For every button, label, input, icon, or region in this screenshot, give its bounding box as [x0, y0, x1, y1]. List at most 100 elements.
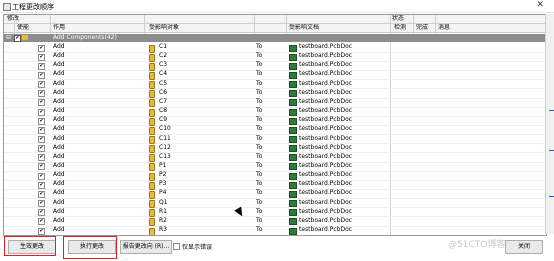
enable-checkbox[interactable]: ✔ — [38, 53, 45, 61]
action-cell: Add — [53, 61, 65, 69]
highlight-execute — [63, 236, 117, 259]
enable-checkbox[interactable]: ✔ — [38, 209, 45, 217]
group-checkbox[interactable]: ✔ — [14, 35, 21, 42]
pcb-doc-icon — [289, 90, 297, 98]
object-cell: C13 — [159, 152, 171, 160]
expand-icon[interactable]: ⊟ — [6, 34, 11, 42]
doc-cell: testboard.PcbDoc — [299, 198, 353, 206]
action-cell: Add — [53, 152, 65, 160]
action-cell: Add — [53, 143, 65, 151]
close-icon[interactable]: ✕ — [536, 0, 544, 10]
doc-cell: testboard.PcbDoc — [299, 180, 353, 188]
object-cell: C1 — [159, 43, 168, 50]
doc-cell: testboard.PcbDoc — [299, 61, 353, 69]
enable-checkbox[interactable]: ✔ — [38, 200, 45, 208]
object-cell: C4 — [159, 70, 168, 78]
col-enable[interactable]: 使能 — [17, 24, 29, 32]
enable-checkbox[interactable]: ✔ — [38, 108, 45, 116]
to-cell: To — [256, 216, 263, 224]
object-cell: P4 — [159, 189, 167, 197]
to-cell: To — [256, 43, 263, 50]
only-errors-checkbox[interactable] — [173, 243, 180, 250]
pcb-doc-icon — [289, 62, 297, 70]
object-cell: C2 — [159, 52, 168, 60]
pcb-doc-icon — [289, 81, 297, 89]
col-message[interactable]: 消息 — [438, 24, 450, 32]
object-cell: P1 — [159, 161, 167, 169]
action-cell: Add — [53, 180, 65, 188]
action-cell: Add — [53, 171, 65, 179]
enable-checkbox[interactable]: ✔ — [38, 126, 45, 134]
action-cell: Add — [53, 116, 65, 124]
status-header: 状态 — [392, 15, 405, 22]
object-cell: C5 — [159, 79, 168, 87]
enable-checkbox[interactable]: ✔ — [38, 81, 45, 89]
pcb-doc-icon — [289, 227, 297, 235]
enable-checkbox[interactable]: ✔ — [38, 181, 45, 189]
vertical-scrollbar[interactable] — [545, 14, 554, 234]
action-cell: Add — [53, 79, 65, 87]
action-cell: Add — [53, 125, 65, 133]
pcb-doc-icon — [289, 190, 297, 198]
to-cell: To — [256, 52, 263, 60]
enable-checkbox[interactable]: ✔ — [38, 163, 45, 171]
doc-cell: testboard.PcbDoc — [299, 52, 353, 60]
enable-checkbox[interactable]: ✔ — [38, 44, 45, 52]
doc-cell: testboard.PcbDoc — [299, 216, 353, 224]
close-button[interactable]: 关闭 — [505, 240, 543, 254]
col-check[interactable]: 检测 — [394, 24, 406, 32]
window-icon — [3, 3, 11, 11]
col-affected-object[interactable]: 受影响对象 — [149, 24, 179, 32]
doc-cell: testboard.PcbDoc — [299, 226, 353, 233]
to-cell: To — [256, 97, 263, 105]
enable-checkbox[interactable]: ✔ — [38, 227, 45, 235]
object-cell: C11 — [159, 134, 171, 142]
action-cell: Add — [53, 52, 65, 60]
enable-checkbox[interactable]: ✔ — [38, 145, 45, 153]
report-changes-button[interactable]: 报告更改向 (R)... — [120, 240, 172, 254]
enable-checkbox[interactable]: ✔ — [38, 218, 45, 226]
to-cell: To — [256, 125, 263, 133]
pcb-doc-icon — [289, 218, 297, 226]
object-cell: C3 — [159, 61, 168, 69]
object-cell: C12 — [159, 143, 171, 151]
enable-checkbox[interactable]: ✔ — [38, 117, 45, 125]
pcb-doc-icon — [289, 145, 297, 153]
enable-checkbox[interactable]: ✔ — [38, 62, 45, 70]
doc-cell: testboard.PcbDoc — [299, 125, 353, 133]
pcb-doc-icon — [289, 108, 297, 116]
group-row-add-components[interactable]: ⊟ ✔ Add Components(42) — [4, 34, 546, 42]
changes-grid: 修改 状态 使能 作用 受影响对象 受影响文档 检测 完成 消息 ⊟ ✔ Add… — [3, 14, 547, 236]
to-cell: To — [256, 143, 263, 151]
enable-checkbox[interactable]: ✔ — [38, 136, 45, 143]
doc-cell: testboard.PcbDoc — [299, 88, 353, 96]
doc-cell: testboard.PcbDoc — [299, 161, 353, 169]
enable-checkbox[interactable]: ✔ — [38, 172, 45, 180]
action-cell: Add — [53, 226, 65, 233]
to-cell: To — [256, 61, 263, 69]
action-cell: Add — [53, 189, 65, 197]
pcb-doc-icon — [289, 209, 297, 217]
pcb-doc-icon — [289, 117, 297, 125]
object-cell: C7 — [159, 97, 168, 105]
pcb-doc-icon — [289, 71, 297, 79]
table-row[interactable]: ✔ Add R3 To testboard.PcbDoc — [4, 226, 546, 235]
doc-cell: testboard.PcbDoc — [299, 107, 353, 115]
enable-checkbox[interactable]: ✔ — [38, 154, 45, 162]
object-cell: R1 — [159, 207, 167, 215]
enable-checkbox[interactable]: ✔ — [38, 90, 45, 98]
action-cell: Add — [53, 88, 65, 96]
col-action[interactable]: 作用 — [53, 24, 65, 32]
to-cell: To — [256, 107, 263, 115]
action-cell: Add — [53, 198, 65, 206]
enable-checkbox[interactable]: ✔ — [38, 99, 45, 107]
pcb-doc-icon — [289, 126, 297, 134]
doc-cell: testboard.PcbDoc — [299, 70, 353, 78]
action-cell: Add — [53, 43, 65, 50]
col-affected-doc[interactable]: 受影响文档 — [289, 24, 319, 32]
modify-header: 修改 — [7, 15, 20, 22]
to-cell: To — [256, 70, 263, 78]
enable-checkbox[interactable]: ✔ — [38, 71, 45, 79]
enable-checkbox[interactable]: ✔ — [38, 190, 45, 198]
col-done[interactable]: 完成 — [416, 24, 428, 32]
